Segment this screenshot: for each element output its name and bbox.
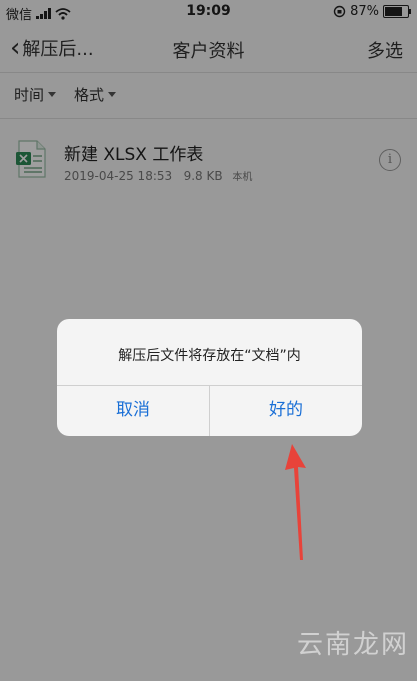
red-arrow-annotation bbox=[285, 444, 306, 560]
cancel-button[interactable]: 取消 bbox=[57, 385, 209, 436]
watermark-brand: 云南龙网 bbox=[296, 630, 409, 660]
alert-message: 解压后文件将存放在“文档”内 bbox=[118, 348, 301, 364]
alert-dialog: 解压后文件将存放在“文档”内 取消 好的 bbox=[57, 319, 362, 436]
ok-button[interactable]: 好的 bbox=[210, 385, 362, 436]
